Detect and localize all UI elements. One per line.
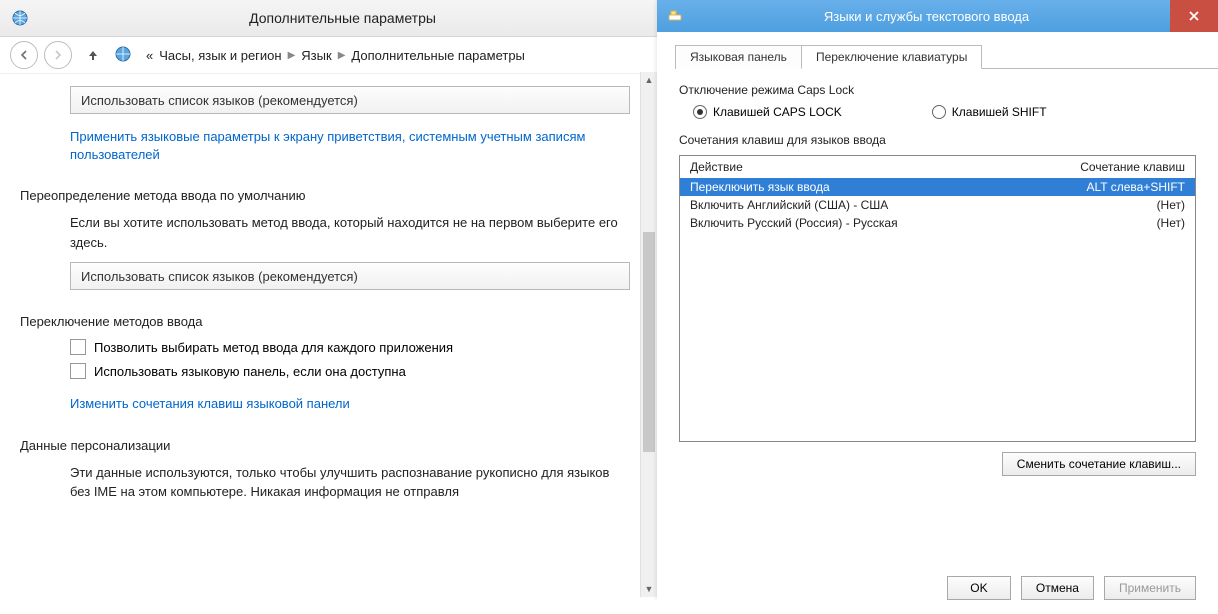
checkbox-label: Позволить выбирать метод ввода для каждо… [94,340,453,355]
cancel-button[interactable]: Отмена [1021,576,1094,600]
window-title: Языки и службы текстового ввода [683,9,1170,24]
titlebar: Языки и службы текстового ввода [657,0,1218,32]
checkbox-icon [70,363,86,379]
text-services-dialog: Языки и службы текстового ввода Языковая… [657,0,1218,600]
window-icon [10,8,30,28]
breadcrumb-item[interactable]: Язык [301,48,331,63]
personalization-text: Эти данные используются, только чтобы ул… [70,463,630,502]
scrollbar-thumb[interactable] [643,232,655,452]
language-list-combo-1[interactable]: Использовать список языков (рекомендуетс… [70,86,630,114]
scroll-up-icon[interactable]: ▲ [641,72,657,88]
close-button[interactable] [1170,0,1218,32]
list-item[interactable]: Включить Русский (Россия) - Русская (Нет… [680,214,1195,232]
radio-capslock-key[interactable]: Клавишей CAPS LOCK [693,105,842,119]
per-app-ime-checkbox[interactable]: Позволить выбирать метод ввода для каждо… [70,339,657,355]
radio-icon [932,105,946,119]
breadcrumb-item[interactable]: Часы, язык и регион [159,48,281,63]
list-item-keys: (Нет) [1045,198,1185,212]
dialog-button-row: OK Отмена Применить [947,576,1196,600]
change-hotkey-button[interactable]: Сменить сочетание клавиш... [1002,452,1196,476]
titlebar: Дополнительные параметры [0,0,657,37]
tab-keyboard-switch[interactable]: Переключение клавиатуры [801,45,982,69]
change-hotkeys-link[interactable]: Изменить сочетания клавиш языковой панел… [70,395,350,413]
capslock-radio-group: Клавишей CAPS LOCK Клавишей SHIFT [693,105,1196,119]
section-personalization: Данные персонализации [20,438,657,453]
breadcrumb-item[interactable]: Дополнительные параметры [351,48,525,63]
apply-to-welcome-link[interactable]: Применить языковые параметры к экрану пр… [70,128,610,164]
checkbox-icon [70,339,86,355]
advanced-settings-window: Дополнительные параметры « Часы, язык и … [0,0,658,600]
col-header-keys: Сочетание клавиш [1045,160,1185,174]
radio-label: Клавишей SHIFT [952,105,1047,119]
list-item-keys: ALT слева+SHIFT [1045,180,1185,194]
language-bar-checkbox[interactable]: Использовать языковую панель, если она д… [70,363,657,379]
location-icon [114,45,132,66]
ime-help-text: Если вы хотите использовать метод ввода,… [70,213,630,252]
window-icon [667,7,683,26]
list-item-keys: (Нет) [1045,216,1185,230]
list-item[interactable]: Включить Английский (США) - США (Нет) [680,196,1195,214]
forward-button[interactable] [44,41,72,69]
tab-strip: Языковая панель Переключение клавиатуры [675,44,1218,69]
section-override-ime: Переопределение метода ввода по умолчани… [20,188,657,203]
radio-label: Клавишей CAPS LOCK [713,105,842,119]
combo-value: Использовать список языков (рекомендуетс… [81,93,358,108]
scroll-down-icon[interactable]: ▼ [641,581,657,597]
dialog-body: Языковая панель Переключение клавиатуры … [657,44,1218,612]
hotkeys-group-label: Сочетания клавиш для языков ввода [679,133,1196,147]
list-item-action: Включить Английский (США) - США [690,198,1045,212]
chevron-right-icon: ▶ [338,50,346,61]
radio-icon [693,105,707,119]
nav-bar: « Часы, язык и регион ▶ Язык ▶ Дополните… [0,37,657,74]
section-switch-ime: Переключение методов ввода [20,314,657,329]
content-area: Использовать список языков (рекомендуетс… [0,74,657,614]
list-item-action: Переключить язык ввода [690,180,1045,194]
window-title: Дополнительные параметры [38,10,647,26]
breadcrumb-prefix: « [146,48,153,63]
language-list-combo-2[interactable]: Использовать список языков (рекомендуетс… [70,262,630,290]
capslock-group-label: Отключение режима Caps Lock [679,83,1196,97]
breadcrumb[interactable]: « Часы, язык и регион ▶ Язык ▶ Дополните… [146,48,525,63]
list-item[interactable]: Переключить язык ввода ALT слева+SHIFT [680,178,1195,196]
scrollbar[interactable]: ▲ ▼ [640,72,657,597]
tab-content: Отключение режима Caps Lock Клавишей CAP… [657,69,1218,490]
hotkeys-listbox[interactable]: Действие Сочетание клавиш Переключить яз… [679,155,1196,442]
back-button[interactable] [10,41,38,69]
radio-shift-key[interactable]: Клавишей SHIFT [932,105,1047,119]
tab-language-bar[interactable]: Языковая панель [675,45,802,69]
chevron-right-icon: ▶ [288,50,296,61]
apply-button[interactable]: Применить [1104,576,1196,600]
ok-button[interactable]: OK [947,576,1011,600]
col-header-action: Действие [690,160,1045,174]
combo-value: Использовать список языков (рекомендуетс… [81,269,358,284]
list-header: Действие Сочетание клавиш [680,156,1195,178]
up-button[interactable] [82,44,104,66]
checkbox-label: Использовать языковую панель, если она д… [94,364,406,379]
list-item-action: Включить Русский (Россия) - Русская [690,216,1045,230]
